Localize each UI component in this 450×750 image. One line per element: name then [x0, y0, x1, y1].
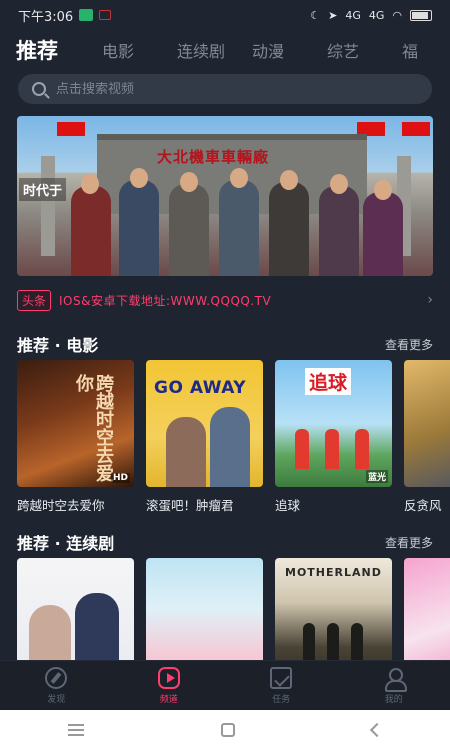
flag-decoration [402, 122, 430, 136]
headline-text: IOS&安卓下载地址:WWW.QQQQ.TV [59, 293, 272, 308]
quality-badge: HD [110, 473, 130, 483]
movie-title: 反贪风 [404, 498, 442, 513]
headline-ticker[interactable]: 头条 IOS&安卓下载地址:WWW.QQQQ.TV › [17, 289, 433, 311]
user-icon [383, 667, 407, 692]
movie-poster: GO AWAY [146, 360, 263, 487]
compass-icon [45, 666, 68, 689]
poster-figure [210, 407, 250, 487]
menu-icon[interactable] [68, 724, 85, 736]
tab-more[interactable]: 福 [402, 38, 450, 62]
tab-series[interactable]: 连续剧 [177, 38, 252, 62]
poster-figure [295, 429, 309, 469]
nav-task[interactable]: 任务 [225, 661, 338, 710]
view-more-link[interactable]: 查看更多 [385, 336, 433, 353]
movie-title: 跨越时空去爱你 [17, 498, 105, 513]
search-input[interactable] [56, 81, 396, 97]
section-header-series: 推荐 · 连续剧 查看更多 [17, 530, 433, 554]
movie-title: 追球 [275, 498, 301, 513]
status-time: 下午3:06 [18, 9, 74, 25]
notification-icon [99, 10, 112, 20]
movie-row: 跨越时空去爱你 HD 跨越时空去爱你 GO AWAY 滚蛋吧！肿瘤君 追球 蓝光… [17, 360, 450, 520]
nav-channel[interactable]: 频道 [113, 661, 226, 710]
banner-sign: 大北機車車輛廠 [157, 148, 270, 166]
banner-face [130, 168, 148, 188]
banner-face [81, 174, 99, 194]
nav-label: 任务 [272, 694, 291, 705]
banner-person [363, 192, 403, 276]
system-nav-bar [0, 710, 450, 750]
wifi-icon: ◠ [392, 8, 402, 22]
play-icon [157, 666, 180, 689]
section-title: 推荐 · 连续剧 [17, 534, 115, 553]
hero-banner[interactable]: 大北機車車輛廠 时代于 [17, 116, 433, 276]
tab-movie[interactable]: 电影 [102, 38, 177, 62]
banner-face [230, 168, 248, 188]
movie-card[interactable]: GO AWAY 滚蛋吧！肿瘤君 [146, 360, 263, 520]
poster-title-text: 跨越时空去爱你 [73, 374, 114, 482]
nav-label: 发现 [47, 694, 66, 705]
search-bar[interactable] [18, 74, 432, 104]
banner-person [219, 180, 259, 276]
poster-figure [325, 429, 339, 469]
search-icon [32, 82, 46, 96]
bottom-nav: 发现 频道 任务 我的 [0, 660, 450, 710]
movie-poster: 跨越时空去爱你 HD [17, 360, 134, 487]
movie-poster: 追球 蓝光 [275, 360, 392, 487]
headline-badge: 头条 [17, 289, 52, 311]
view-more-link[interactable]: 查看更多 [385, 534, 433, 551]
section-header-movies: 推荐 · 电影 查看更多 [17, 332, 433, 356]
section-title: 推荐 · 电影 [17, 336, 99, 355]
signal-1: 4G [345, 8, 361, 22]
banner-person [169, 184, 209, 276]
banner-person [119, 180, 159, 276]
movie-title: 滚蛋吧！肿瘤君 [146, 498, 234, 513]
wechat-icon [79, 9, 94, 21]
nav-profile[interactable]: 我的 [338, 661, 450, 710]
tab-anime[interactable]: 动漫 [252, 38, 327, 62]
flag-decoration [57, 122, 85, 136]
banner-logo: 时代于 [19, 178, 67, 201]
poster-figure [355, 429, 369, 469]
back-icon[interactable] [369, 722, 384, 738]
chevron-right-icon[interactable]: › [427, 292, 433, 308]
pillar [41, 156, 55, 256]
location-icon: ➤ [328, 8, 338, 22]
nav-label: 频道 [159, 694, 178, 705]
banner-face [374, 180, 392, 200]
movie-card[interactable]: 追球 蓝光 追球 [275, 360, 392, 520]
banner-person [319, 186, 359, 276]
poster-figure [166, 417, 206, 487]
signal-2: 4G [368, 8, 385, 22]
movie-poster [404, 360, 450, 487]
status-bar: 下午3:06 ☾ ➤ 4G 4G ◠ [0, 0, 450, 30]
movie-card[interactable]: 跨越时空去爱你 HD 跨越时空去爱你 [17, 360, 134, 520]
nav-discover[interactable]: 发现 [0, 661, 113, 710]
poster-title-text: GO AWAY [154, 378, 247, 398]
poster-title-text: 追球 [305, 368, 352, 395]
tab-recommend[interactable]: 推荐 [16, 35, 102, 65]
banner-face [330, 174, 348, 194]
banner-person [71, 186, 111, 276]
category-tabs: 推荐 电影 连续剧 动漫 综艺 福 [0, 32, 450, 68]
banner-face [180, 172, 198, 192]
banner-person [269, 182, 309, 276]
poster-title-text: MOTHERLAND [285, 566, 382, 579]
moon-icon: ☾ [310, 8, 321, 22]
home-icon[interactable] [220, 723, 235, 737]
tab-variety[interactable]: 综艺 [327, 38, 402, 62]
chart-icon [270, 666, 293, 689]
nav-label: 我的 [384, 694, 403, 705]
quality-badge: 蓝光 [365, 470, 388, 483]
movie-card[interactable]: 反贪风 [404, 360, 450, 520]
battery-icon [410, 9, 432, 21]
banner-face [280, 170, 298, 190]
